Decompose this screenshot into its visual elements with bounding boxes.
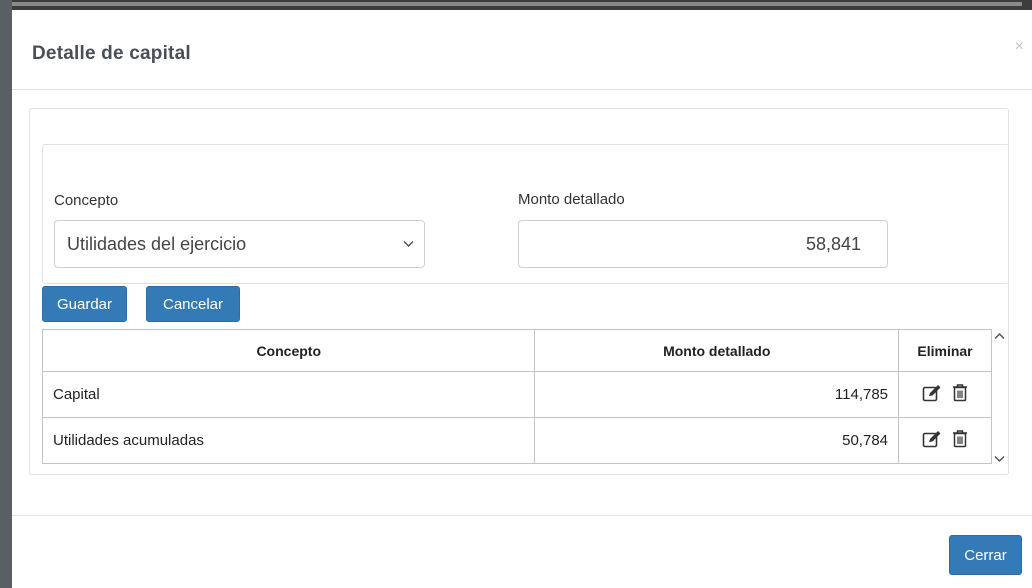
monto-detallado-input[interactable]: 58,841 bbox=[518, 220, 888, 268]
table-scrollbar[interactable] bbox=[992, 331, 1008, 466]
concepto-select[interactable]: Utilidades del ejercicio bbox=[54, 220, 425, 268]
concepto-select-value: Utilidades del ejercicio bbox=[67, 234, 247, 254]
background-page-top bbox=[0, 0, 1032, 10]
close-icon[interactable]: × bbox=[1015, 38, 1024, 56]
trash-icon[interactable] bbox=[952, 383, 968, 406]
detalle-capital-modal: Detalle de capital × Concepto Monto deta… bbox=[12, 10, 1032, 588]
guardar-button[interactable]: Guardar bbox=[42, 286, 127, 322]
chevron-down-icon bbox=[403, 221, 414, 267]
row-monto: 50,784 bbox=[534, 417, 900, 464]
capital-table-container: Concepto Monto detallado Eliminar Capita… bbox=[41, 329, 992, 464]
row-concepto: Utilidades acumuladas bbox=[41, 417, 536, 464]
row-actions bbox=[898, 371, 992, 418]
modal-footer: Cerrar bbox=[12, 515, 1032, 588]
background-page-sidebar bbox=[0, 0, 12, 588]
table-header-row: Concepto Monto detallado Eliminar bbox=[41, 329, 992, 372]
modal-title: Detalle de capital bbox=[32, 43, 191, 64]
row-actions bbox=[898, 417, 992, 464]
capital-table: Concepto Monto detallado Eliminar Capita… bbox=[41, 329, 992, 464]
header-monto-detallado: Monto detallado bbox=[534, 329, 900, 372]
header-eliminar: Eliminar bbox=[898, 329, 992, 372]
scroll-down-icon[interactable] bbox=[994, 454, 1005, 466]
table-row: Capital 114,785 bbox=[41, 371, 992, 418]
form-box: Concepto Monto detallado Utilidades del … bbox=[42, 144, 1009, 284]
modal-header: Detalle de capital × bbox=[12, 10, 1032, 90]
row-concepto: Capital bbox=[41, 371, 536, 418]
edit-icon[interactable] bbox=[922, 384, 942, 406]
row-monto: 114,785 bbox=[534, 371, 900, 418]
edit-icon[interactable] bbox=[922, 430, 942, 452]
scroll-up-icon[interactable] bbox=[994, 331, 1005, 343]
table-row: Utilidades acumuladas 50,784 bbox=[41, 417, 992, 464]
monto-detallado-label: Monto detallado bbox=[518, 191, 625, 208]
trash-icon[interactable] bbox=[952, 429, 968, 452]
cancelar-button[interactable]: Cancelar bbox=[146, 286, 240, 322]
concepto-label: Concepto bbox=[54, 192, 119, 209]
cerrar-button[interactable]: Cerrar bbox=[949, 535, 1022, 575]
header-concepto: Concepto bbox=[41, 329, 536, 372]
detail-panel: Concepto Monto detallado Utilidades del … bbox=[29, 108, 1009, 475]
